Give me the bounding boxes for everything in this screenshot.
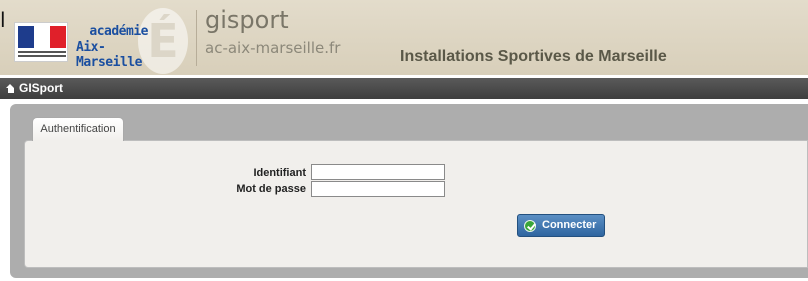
header-separator xyxy=(196,10,197,66)
username-label: Identifiant xyxy=(253,167,306,179)
academie-region: Aix-Marseille xyxy=(76,40,142,70)
check-circle-icon xyxy=(524,220,536,232)
academie-logo: É académie Aix-Marseille xyxy=(76,8,188,74)
academie-word: académie xyxy=(89,24,148,39)
stray-text: l xyxy=(0,8,6,32)
marianne-icon xyxy=(29,26,51,48)
app-header: l É académie Aix-Marseille gisport ac-ai… xyxy=(0,0,808,75)
password-input[interactable] xyxy=(311,181,445,197)
logo-caption-lines xyxy=(18,51,66,59)
app-title: Installations Sportives de Marseille xyxy=(400,48,667,65)
republique-francaise-logo xyxy=(14,22,68,62)
auth-panel xyxy=(24,140,808,268)
tab-authentification[interactable]: Authentification xyxy=(32,117,124,141)
username-input[interactable] xyxy=(311,164,445,180)
connect-button[interactable]: Connecter xyxy=(517,214,605,237)
connect-button-label: Connecter xyxy=(542,219,597,231)
password-label: Mot de passe xyxy=(236,183,306,195)
home-icon[interactable] xyxy=(6,84,15,93)
navbar-home-link[interactable]: GISport xyxy=(19,81,63,95)
brand-domain: ac-aix-marseille.fr xyxy=(205,39,341,57)
top-navbar: GISport xyxy=(0,78,808,99)
brand-name: gisport xyxy=(205,6,289,34)
